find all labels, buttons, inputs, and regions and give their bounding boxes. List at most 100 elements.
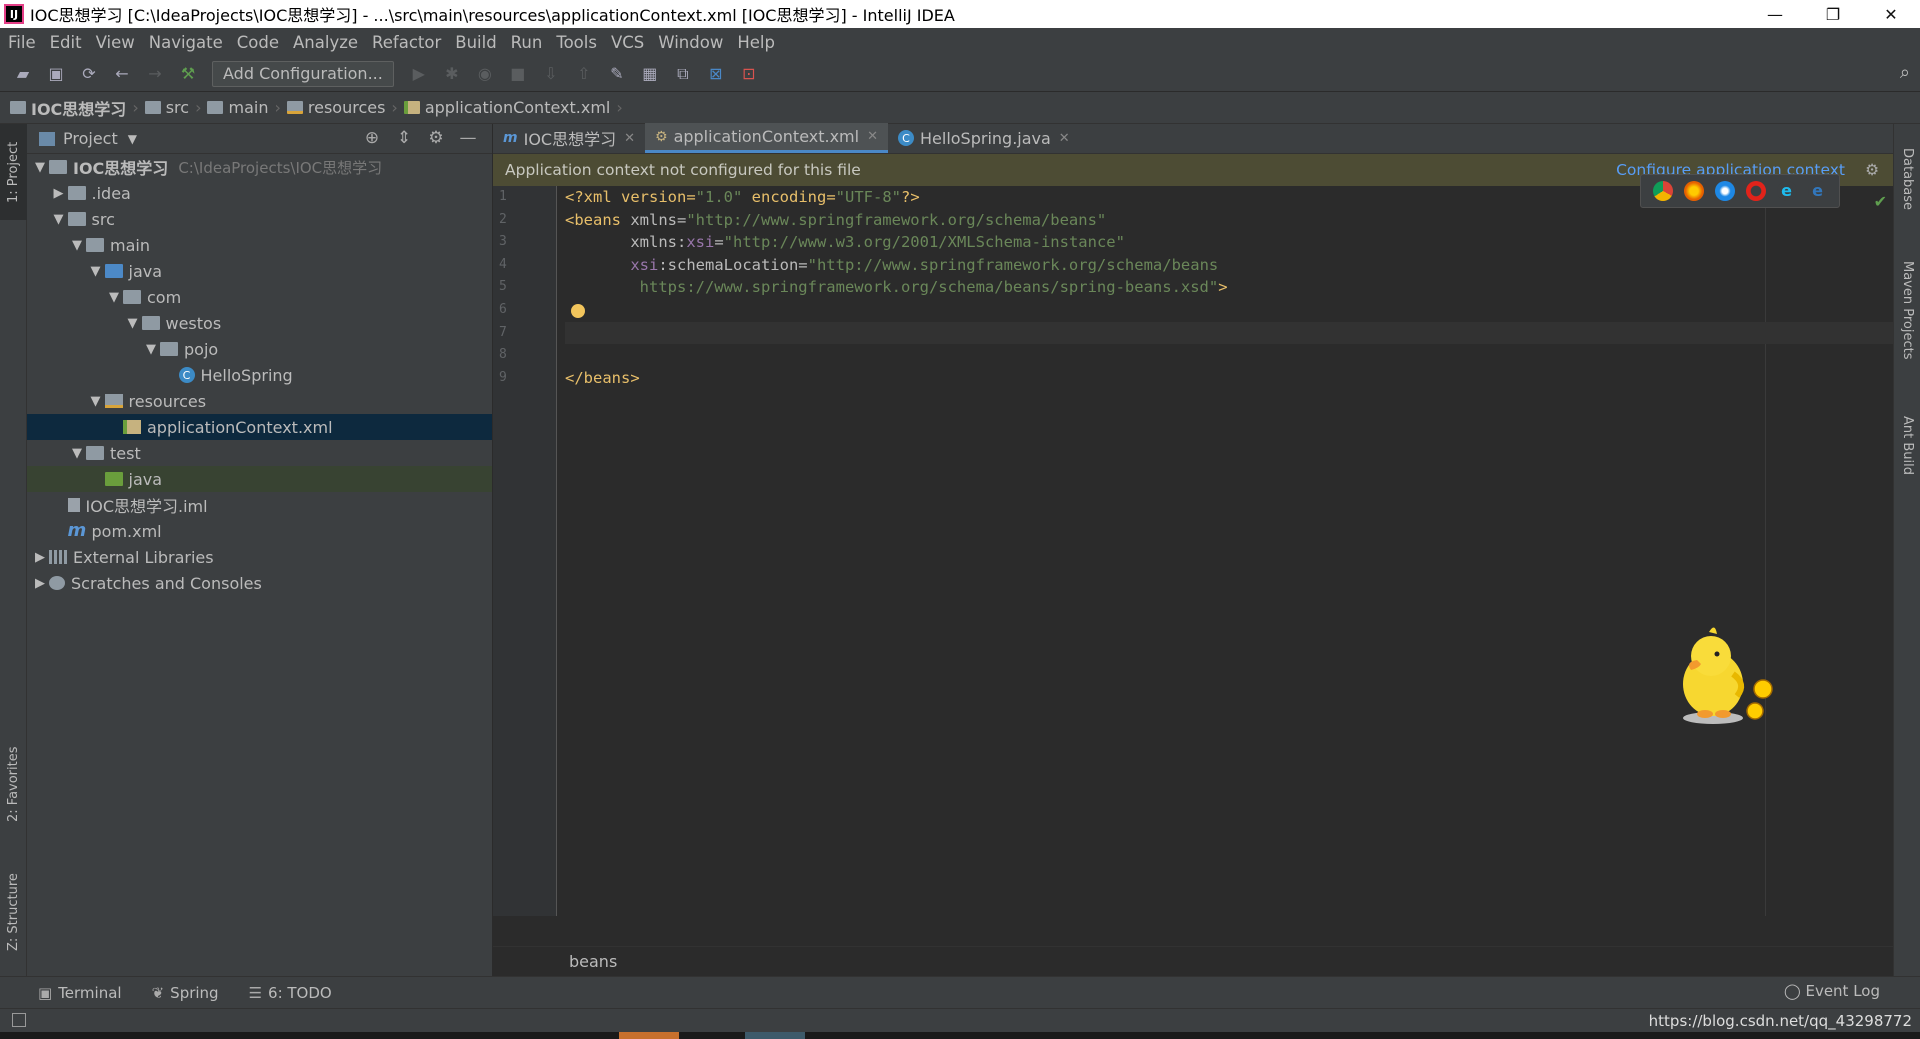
breadcrumb-main[interactable]: main › <box>207 98 281 117</box>
breadcrumb-project[interactable]: IOC思想学习 › <box>10 96 139 120</box>
expanded-arrow-icon[interactable]: ▼ <box>142 342 160 357</box>
sdk-icon[interactable]: ⧉ <box>670 61 696 87</box>
favorites-tool-tab[interactable]: 2: Favorites <box>0 734 27 834</box>
expanded-arrow-icon[interactable]: ▼ <box>105 290 123 305</box>
project-view-selector[interactable]: Project <box>63 129 118 148</box>
settings-wrench-icon[interactable]: ✎ <box>604 61 630 87</box>
menu-analyze[interactable]: Analyze <box>293 33 358 52</box>
close-button[interactable]: ✕ <box>1862 0 1920 28</box>
menu-navigate[interactable]: Navigate <box>149 33 223 52</box>
edge-icon[interactable]: e <box>1807 181 1828 201</box>
close-icon[interactable]: ✕ <box>1059 131 1070 146</box>
restore-button[interactable]: ❐ <box>1804 0 1862 28</box>
menu-help[interactable]: Help <box>737 33 775 52</box>
chevron-down-icon[interactable]: ▼ <box>128 132 137 146</box>
locate-file-icon[interactable]: ⊕ <box>356 128 388 148</box>
menu-edit[interactable]: Edit <box>50 33 82 52</box>
search-everywhere-icon[interactable]: ⌕ <box>1900 62 1910 83</box>
expanded-arrow-icon[interactable]: ▼ <box>68 238 86 253</box>
translate-icon[interactable]: ⊠ <box>703 61 729 87</box>
xml-breadcrumb[interactable]: beans <box>569 952 617 971</box>
maven-tool-tab[interactable]: Maven Projects <box>1894 250 1920 370</box>
code-text-area[interactable]: <?xml version="1.0" encoding="UTF-8"?> <b… <box>565 186 1893 389</box>
tree-node[interactable]: ▼ IOC思想学习 C:\IdeaProjects\IOC思想学习 <box>27 154 492 180</box>
project-structure-icon[interactable]: ▦ <box>637 61 663 87</box>
tree-node[interactable]: IOC思想学习.iml <box>27 492 492 518</box>
save-icon[interactable]: ▣ <box>43 61 69 87</box>
hide-panel-icon[interactable]: — <box>452 128 484 148</box>
menu-build[interactable]: Build <box>455 33 496 52</box>
add-configuration-button[interactable]: Add Configuration... <box>212 60 394 87</box>
tab-hellospring-java[interactable]: C HelloSpring.java ✕ <box>888 123 1080 153</box>
tree-node[interactable]: ▼ westos <box>27 310 492 336</box>
project-tool-tab[interactable]: 1: Project <box>0 124 27 220</box>
breadcrumb-src[interactable]: src › <box>144 98 201 117</box>
coverage-icon[interactable]: ◉ <box>472 61 498 87</box>
chrome-icon[interactable] <box>1652 181 1673 201</box>
tree-node[interactable]: ▶ .idea <box>27 180 492 206</box>
terminal-tool-button[interactable]: ▣ Terminal <box>38 984 122 1002</box>
tree-node[interactable]: m pom.xml <box>27 518 492 544</box>
collapsed-arrow-icon[interactable]: ▶ <box>50 186 68 201</box>
back-arrow-icon[interactable]: ← <box>109 61 135 87</box>
expanded-arrow-icon[interactable]: ▼ <box>68 446 86 461</box>
breadcrumb-resources[interactable]: resources › <box>286 98 398 117</box>
opera-icon[interactable] <box>1745 181 1766 201</box>
breadcrumb-file[interactable]: applicationContext.xml › <box>403 98 623 117</box>
menu-tools[interactable]: Tools <box>556 33 597 52</box>
translate-replace-icon[interactable]: ⊡ <box>736 61 762 87</box>
tree-node[interactable]: ▼ pojo <box>27 336 492 362</box>
tree-node[interactable]: ▼ test <box>27 440 492 466</box>
gear-icon[interactable]: ⚙ <box>420 128 452 148</box>
ie-icon[interactable]: e <box>1776 181 1797 201</box>
vcs-update-icon[interactable]: ⇩ <box>538 61 564 87</box>
menu-file[interactable]: File <box>8 33 36 52</box>
tree-node[interactable]: ▶ External Libraries <box>27 544 492 570</box>
expanded-arrow-icon[interactable]: ▼ <box>50 212 68 227</box>
tree-node[interactable]: ▼ src <box>27 206 492 232</box>
tree-node[interactable]: applicationContext.xml <box>27 414 492 440</box>
expanded-arrow-icon[interactable]: ▼ <box>31 160 49 175</box>
tree-node[interactable]: ▼ main <box>27 232 492 258</box>
expanded-arrow-icon[interactable]: ▼ <box>124 316 142 331</box>
menu-vcs[interactable]: VCS <box>611 33 644 52</box>
tab-ioc-project[interactable]: m IOC思想学习 ✕ <box>493 123 645 153</box>
tree-node[interactable]: ▼ java <box>27 258 492 284</box>
build-hammer-icon[interactable]: ⚒ <box>175 61 201 87</box>
expanded-arrow-icon[interactable]: ▼ <box>87 264 105 279</box>
event-log-button[interactable]: ◯ Event Log <box>1784 982 1880 1000</box>
menu-refactor[interactable]: Refactor <box>372 33 441 52</box>
tree-node[interactable]: C HelloSpring <box>27 362 492 388</box>
ant-tool-tab[interactable]: Ant Build <box>1894 400 1920 490</box>
gear-icon[interactable]: ⚙ <box>1865 161 1879 179</box>
tree-node[interactable]: java <box>27 466 492 492</box>
forward-arrow-icon[interactable]: → <box>142 61 168 87</box>
menu-view[interactable]: View <box>96 33 135 52</box>
taskbar-item[interactable] <box>619 1032 679 1039</box>
safari-icon[interactable] <box>1714 181 1735 201</box>
lightbulb-icon[interactable] <box>571 304 585 318</box>
tree-node[interactable]: ▶ Scratches and Consoles <box>27 570 492 596</box>
menu-code[interactable]: Code <box>237 33 279 52</box>
open-folder-icon[interactable]: ▰ <box>10 61 36 87</box>
vcs-commit-icon[interactable]: ⇧ <box>571 61 597 87</box>
taskbar-item[interactable] <box>745 1032 805 1039</box>
sync-icon[interactable]: ⟳ <box>76 61 102 87</box>
toggle-tool-windows-icon[interactable] <box>12 1013 26 1027</box>
collapsed-arrow-icon[interactable]: ▶ <box>31 576 49 591</box>
menu-run[interactable]: Run <box>511 33 543 52</box>
debug-icon[interactable]: ✱ <box>439 61 465 87</box>
tab-applicationcontext-xml[interactable]: ⚙ applicationContext.xml ✕ <box>645 123 888 153</box>
spring-tool-button[interactable]: ❦ Spring <box>152 984 219 1002</box>
structure-tool-tab[interactable]: Z: Structure <box>0 862 27 962</box>
tree-node[interactable]: ▼ resources <box>27 388 492 414</box>
collapsed-arrow-icon[interactable]: ▶ <box>31 550 49 565</box>
minimize-button[interactable]: — <box>1746 0 1804 28</box>
menu-window[interactable]: Window <box>658 33 723 52</box>
todo-tool-button[interactable]: ☰ 6: TODO <box>249 984 332 1002</box>
close-icon[interactable]: ✕ <box>867 129 878 144</box>
close-icon[interactable]: ✕ <box>624 131 635 146</box>
collapse-all-icon[interactable]: ⇕ <box>388 128 420 148</box>
database-tool-tab[interactable]: Database <box>1894 134 1920 224</box>
firefox-icon[interactable] <box>1683 181 1704 201</box>
